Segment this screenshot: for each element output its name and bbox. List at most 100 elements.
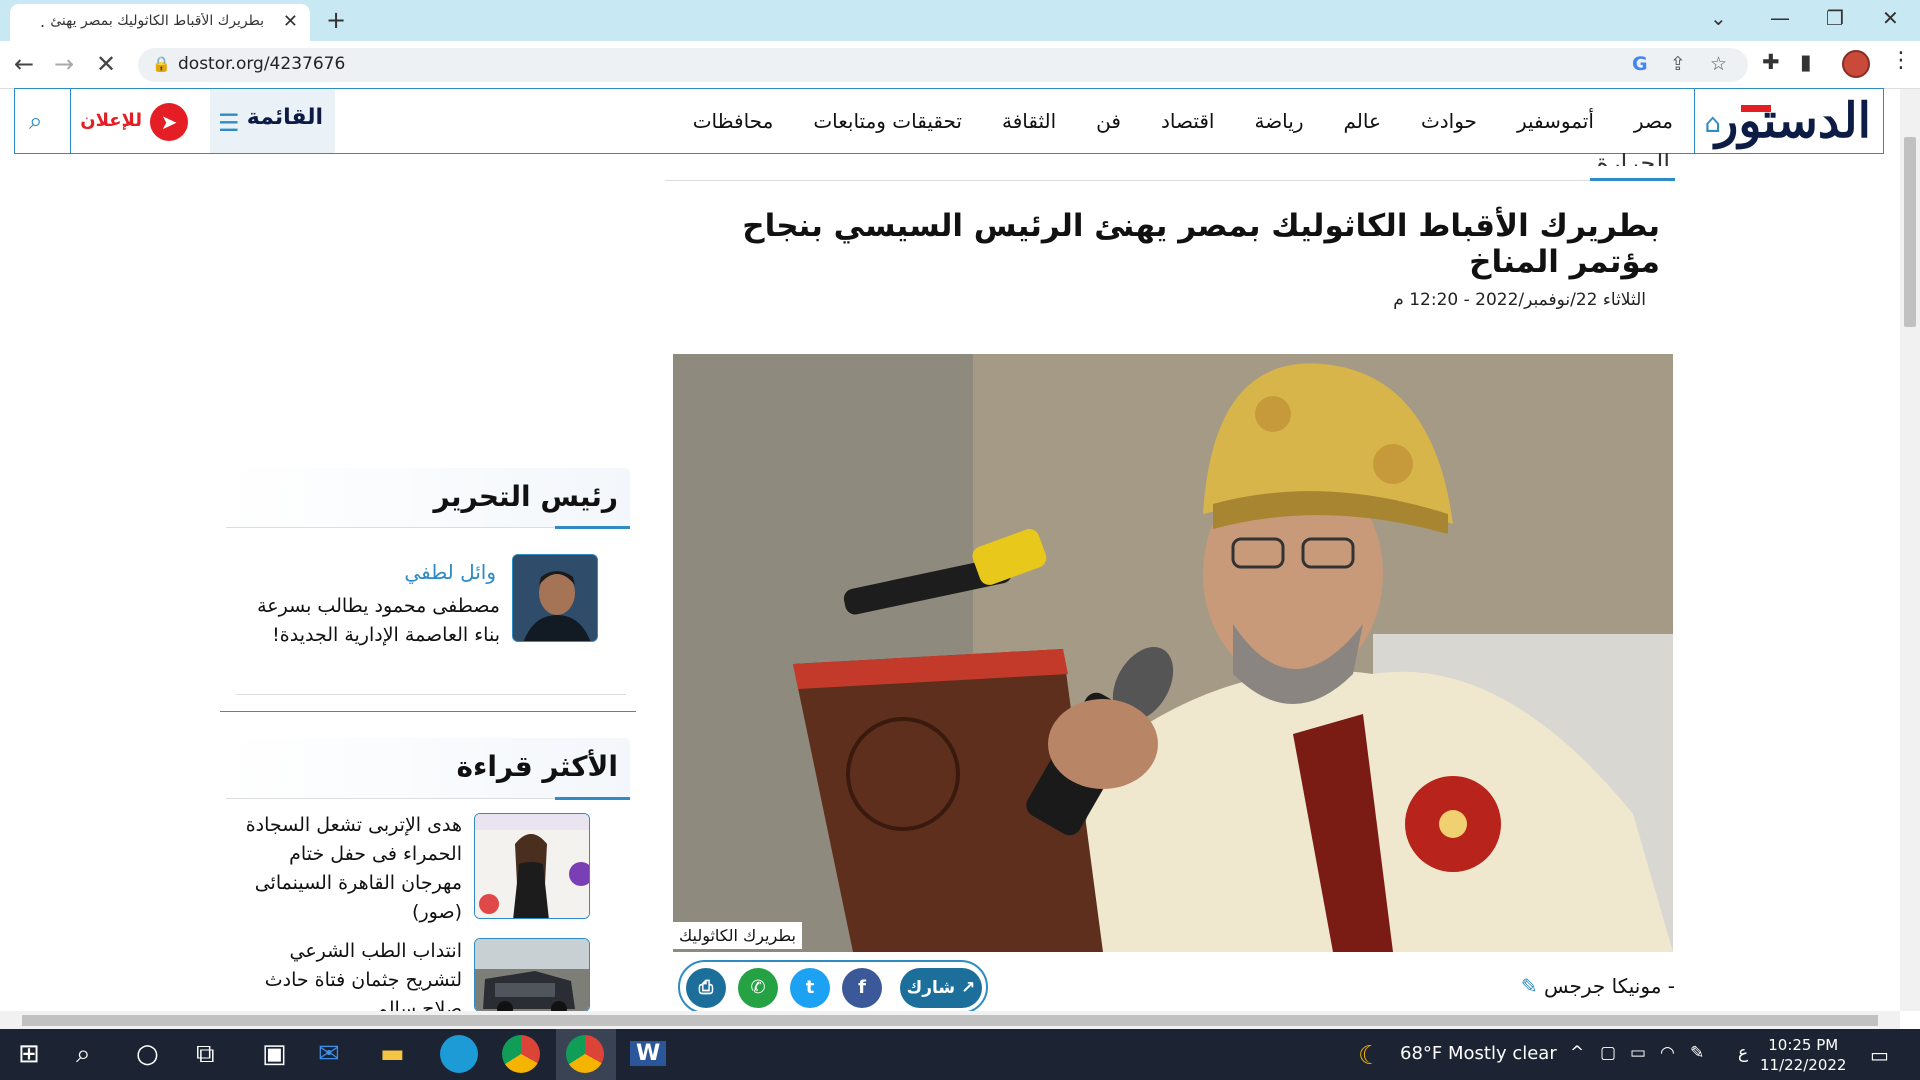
nav-item-economy[interactable]: اقتصاد <box>1161 109 1215 133</box>
vertical-scroll-thumb[interactable] <box>1904 137 1916 327</box>
address-toolbar: ← → ✕ 🔒 dostor.org/4237676 G ⇪ ☆ ✚ ▮ ⋮ <box>0 41 1920 89</box>
most-read-image-2 <box>475 939 589 1011</box>
weather-icon: ☾ <box>1358 1041 1382 1071</box>
advertise-label: للإعلان <box>80 110 142 131</box>
extensions-icon[interactable]: ✚ <box>1762 50 1780 74</box>
article-author[interactable]: - مونيكا جرجس ✎ <box>1400 974 1675 998</box>
editor-article-title[interactable]: مصطفى محمود يطالب بسرعة بناء العاصمة الإ… <box>230 592 500 650</box>
nav-item-investigations[interactable]: تحقيقات ومتابعات <box>813 109 962 133</box>
lock-icon[interactable]: 🔒 <box>152 55 171 73</box>
share-page-icon[interactable]: ⇪ <box>1670 53 1686 75</box>
pen-icon[interactable]: ✎ <box>1690 1043 1704 1063</box>
nav-item-accidents[interactable]: حوادث <box>1421 109 1477 133</box>
cortana-icon[interactable]: ○ <box>136 1039 159 1069</box>
twitter-icon[interactable]: t <box>790 968 830 1008</box>
hamburger-icon: ☰ <box>218 109 240 137</box>
most-read-title-2[interactable]: انتداب الطب الشرعي لتشريح جثمان فتاة حاد… <box>242 937 462 1011</box>
back-icon[interactable]: ← <box>14 50 34 78</box>
share-button[interactable]: شارك ↗ <box>900 968 982 1008</box>
menu-label: القائمة <box>246 105 323 130</box>
editor-name[interactable]: وائل لطفي <box>300 560 496 584</box>
forward-icon[interactable]: → <box>54 50 74 78</box>
file-explorer-icon[interactable]: ▬ <box>380 1039 405 1069</box>
most-read-title: الأكثر قراءة <box>456 750 618 783</box>
new-tab-icon[interactable]: + <box>326 6 346 34</box>
profile-avatar[interactable] <box>1842 50 1870 78</box>
most-read-thumb-2[interactable] <box>474 938 590 1012</box>
header-divider-left <box>70 89 71 153</box>
advertise-play-icon: ➤ <box>150 103 188 141</box>
word-app-icon[interactable]: W <box>630 1041 667 1066</box>
edge-browser-icon[interactable] <box>440 1035 478 1073</box>
calculator-app-icon[interactable]: ▣ <box>262 1039 287 1069</box>
article-date: الثلاثاء 22/نوفمبر/2022 - 12:20 م <box>1393 290 1646 310</box>
nav-item-art[interactable]: فن <box>1096 109 1121 133</box>
taskbar-search-icon[interactable]: ⌕ <box>76 1039 91 1070</box>
clock-date: 11/22/2022 <box>1760 1056 1847 1074</box>
whatsapp-icon[interactable]: ✆ <box>738 968 778 1008</box>
chrome-icon[interactable] <box>502 1035 540 1073</box>
minimize-icon[interactable]: — <box>1770 6 1790 30</box>
advertise-link[interactable]: ➤ للإعلان <box>73 103 188 141</box>
bookmark-star-icon[interactable]: ☆ <box>1710 53 1727 75</box>
article-hero-image <box>673 354 1673 952</box>
tab-search-icon[interactable]: ⌄ <box>1710 6 1727 30</box>
mail-app-icon[interactable]: ✉ <box>318 1039 340 1069</box>
nav-item-governorates[interactable]: محافظات <box>693 109 774 133</box>
search-icon[interactable]: ⌕ <box>29 107 42 135</box>
battery-icon[interactable]: ▭ <box>1630 1043 1646 1063</box>
category-divider <box>665 180 1675 181</box>
side-panel-icon[interactable]: ▮ <box>1800 50 1812 74</box>
stop-loading-icon[interactable]: ✕ <box>96 50 116 78</box>
editor-bottom-divider <box>236 694 626 695</box>
google-lens-icon[interactable]: G <box>1632 53 1648 75</box>
print-icon[interactable]: ⎙ <box>686 968 726 1008</box>
editor-avatar[interactable] <box>512 554 598 642</box>
nav-item-atmosphere[interactable]: أتموسفير <box>1517 109 1594 133</box>
tab-title: بطريرك الأقباط الكاثوليك بمصر يهنئ <box>50 13 264 29</box>
horizontal-scroll-thumb[interactable] <box>22 1015 1878 1026</box>
article-category[interactable]: الحرارة <box>1580 140 1670 166</box>
hero-illustration <box>673 354 1673 952</box>
url-bar[interactable]: 🔒 dostor.org/4237676 G ⇪ ☆ <box>138 48 1748 82</box>
windows-start-icon[interactable]: ⊞ <box>18 1039 40 1069</box>
nav-item-culture[interactable]: الثقافة <box>1002 109 1056 133</box>
menu-button[interactable]: القائمة ☰ <box>210 89 335 153</box>
site-logo[interactable]: الدستور <box>1715 93 1871 149</box>
vertical-scrollbar[interactable] <box>1900 89 1920 1011</box>
logo-red-mark <box>1741 105 1771 112</box>
tray-chevron-icon[interactable]: ^ <box>1570 1043 1584 1063</box>
sidebar-red-divider <box>220 711 636 712</box>
nav-item-sports[interactable]: رياضة <box>1254 109 1303 133</box>
meet-now-icon[interactable]: ▢ <box>1600 1043 1616 1063</box>
clock-time: 10:25 PM <box>1768 1036 1839 1054</box>
home-icon[interactable]: ⌂ <box>1704 109 1721 139</box>
url-text[interactable]: dostor.org/4237676 <box>178 54 345 74</box>
close-window-icon[interactable]: ✕ <box>1882 6 1899 30</box>
article-headline: بطريرك الأقباط الكاثوليك بمصر يهنئ الرئي… <box>742 208 1660 280</box>
browser-tab[interactable]: . بطريرك الأقباط الكاثوليك بمصر يهنئ ✕ <box>10 4 310 41</box>
taskbar-clock[interactable]: 10:25 PM 11/22/2022 <box>1760 1035 1846 1075</box>
input-language[interactable]: ع <box>1738 1043 1748 1063</box>
weather-text[interactable]: 68°F Mostly clear <box>1400 1043 1557 1064</box>
most-read-thumb-1[interactable] <box>474 813 590 919</box>
nav-item-world[interactable]: عالم <box>1344 109 1381 133</box>
task-view-icon[interactable]: ⧉ <box>196 1039 215 1070</box>
most-read-title-1[interactable]: هدى الإتربى تشعل السجادة الحمراء فى حفل … <box>242 811 462 927</box>
editor-portrait <box>513 555 597 641</box>
close-tab-icon[interactable]: ✕ <box>283 11 298 32</box>
most-read-image-1 <box>475 814 589 918</box>
windows-taskbar: ⊞ ⌕ ○ ⧉ ▣ ✉ ▬ W ☾ 68°F Mostly clear ^ ▢ … <box>0 1029 1920 1080</box>
facebook-icon[interactable]: f <box>842 968 882 1008</box>
notifications-icon[interactable]: ▭ <box>1870 1043 1889 1067</box>
editor-section-title: رئيس التحرير <box>433 480 618 513</box>
horizontal-scrollbar[interactable] <box>0 1011 1900 1029</box>
browser-tab-bar: . بطريرك الأقباط الكاثوليك بمصر يهنئ ✕ +… <box>0 0 1920 41</box>
wifi-icon[interactable]: ◠ <box>1660 1043 1675 1063</box>
browser-menu-icon[interactable]: ⋮ <box>1890 48 1912 73</box>
maximize-icon[interactable]: ❐ <box>1826 6 1844 30</box>
share-bar: ⎙ ✆ t f شارك ↗ <box>678 960 988 1014</box>
category-accent <box>1590 178 1675 181</box>
nav-item-egypt[interactable]: مصر <box>1634 109 1673 133</box>
chrome-profile-icon[interactable] <box>566 1035 604 1073</box>
